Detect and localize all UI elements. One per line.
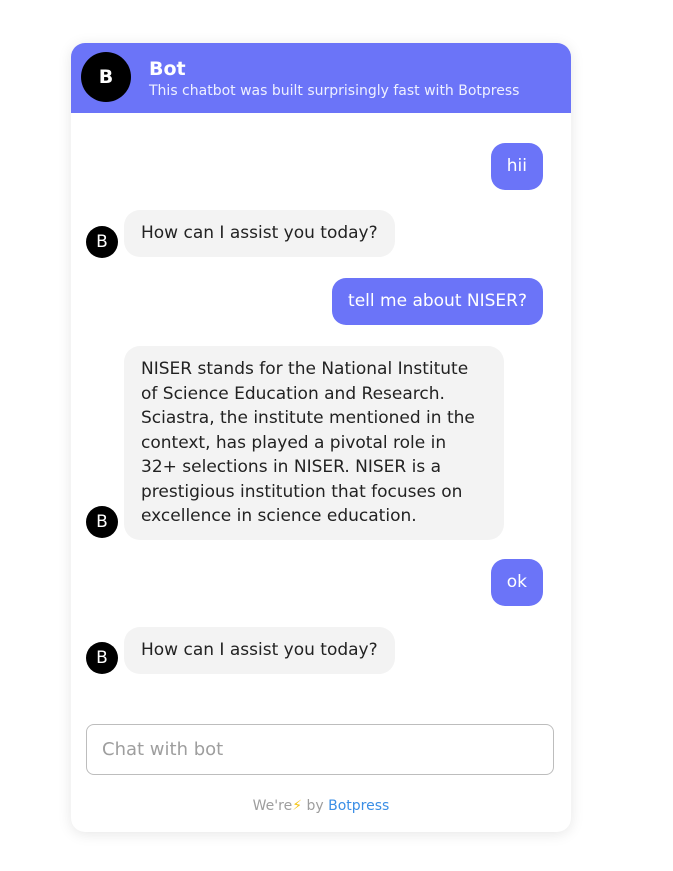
bot-message: How can I assist you today? xyxy=(124,210,395,257)
footer-by: by xyxy=(306,798,324,814)
user-message: hii xyxy=(490,143,543,190)
chat-header: B Bot This chatbot was built surprisingl… xyxy=(71,43,571,113)
bot-message-avatar: B xyxy=(86,506,118,538)
bot-message-avatar: B xyxy=(86,642,118,674)
bot-message: How can I assist you today? xyxy=(124,627,395,674)
user-message: tell me about NISER? xyxy=(332,278,543,325)
bot-message: NISER stands for the National Institute … xyxy=(124,346,504,540)
botpress-link[interactable]: Botpress xyxy=(328,798,389,814)
lightning-icon: ⚡ xyxy=(292,798,303,814)
bot-avatar: B xyxy=(81,52,131,102)
bot-message-avatar: B xyxy=(86,226,118,258)
user-message: ok xyxy=(490,559,543,606)
bot-description: This chatbot was built surprisingly fast… xyxy=(149,83,520,99)
chat-input[interactable] xyxy=(86,724,554,775)
powered-by-footer: We're⚡ by Botpress xyxy=(71,798,571,814)
footer-prefix: We're xyxy=(252,798,293,814)
bot-name: Bot xyxy=(149,58,186,80)
chat-widget: B Bot This chatbot was built surprisingl… xyxy=(71,43,571,832)
